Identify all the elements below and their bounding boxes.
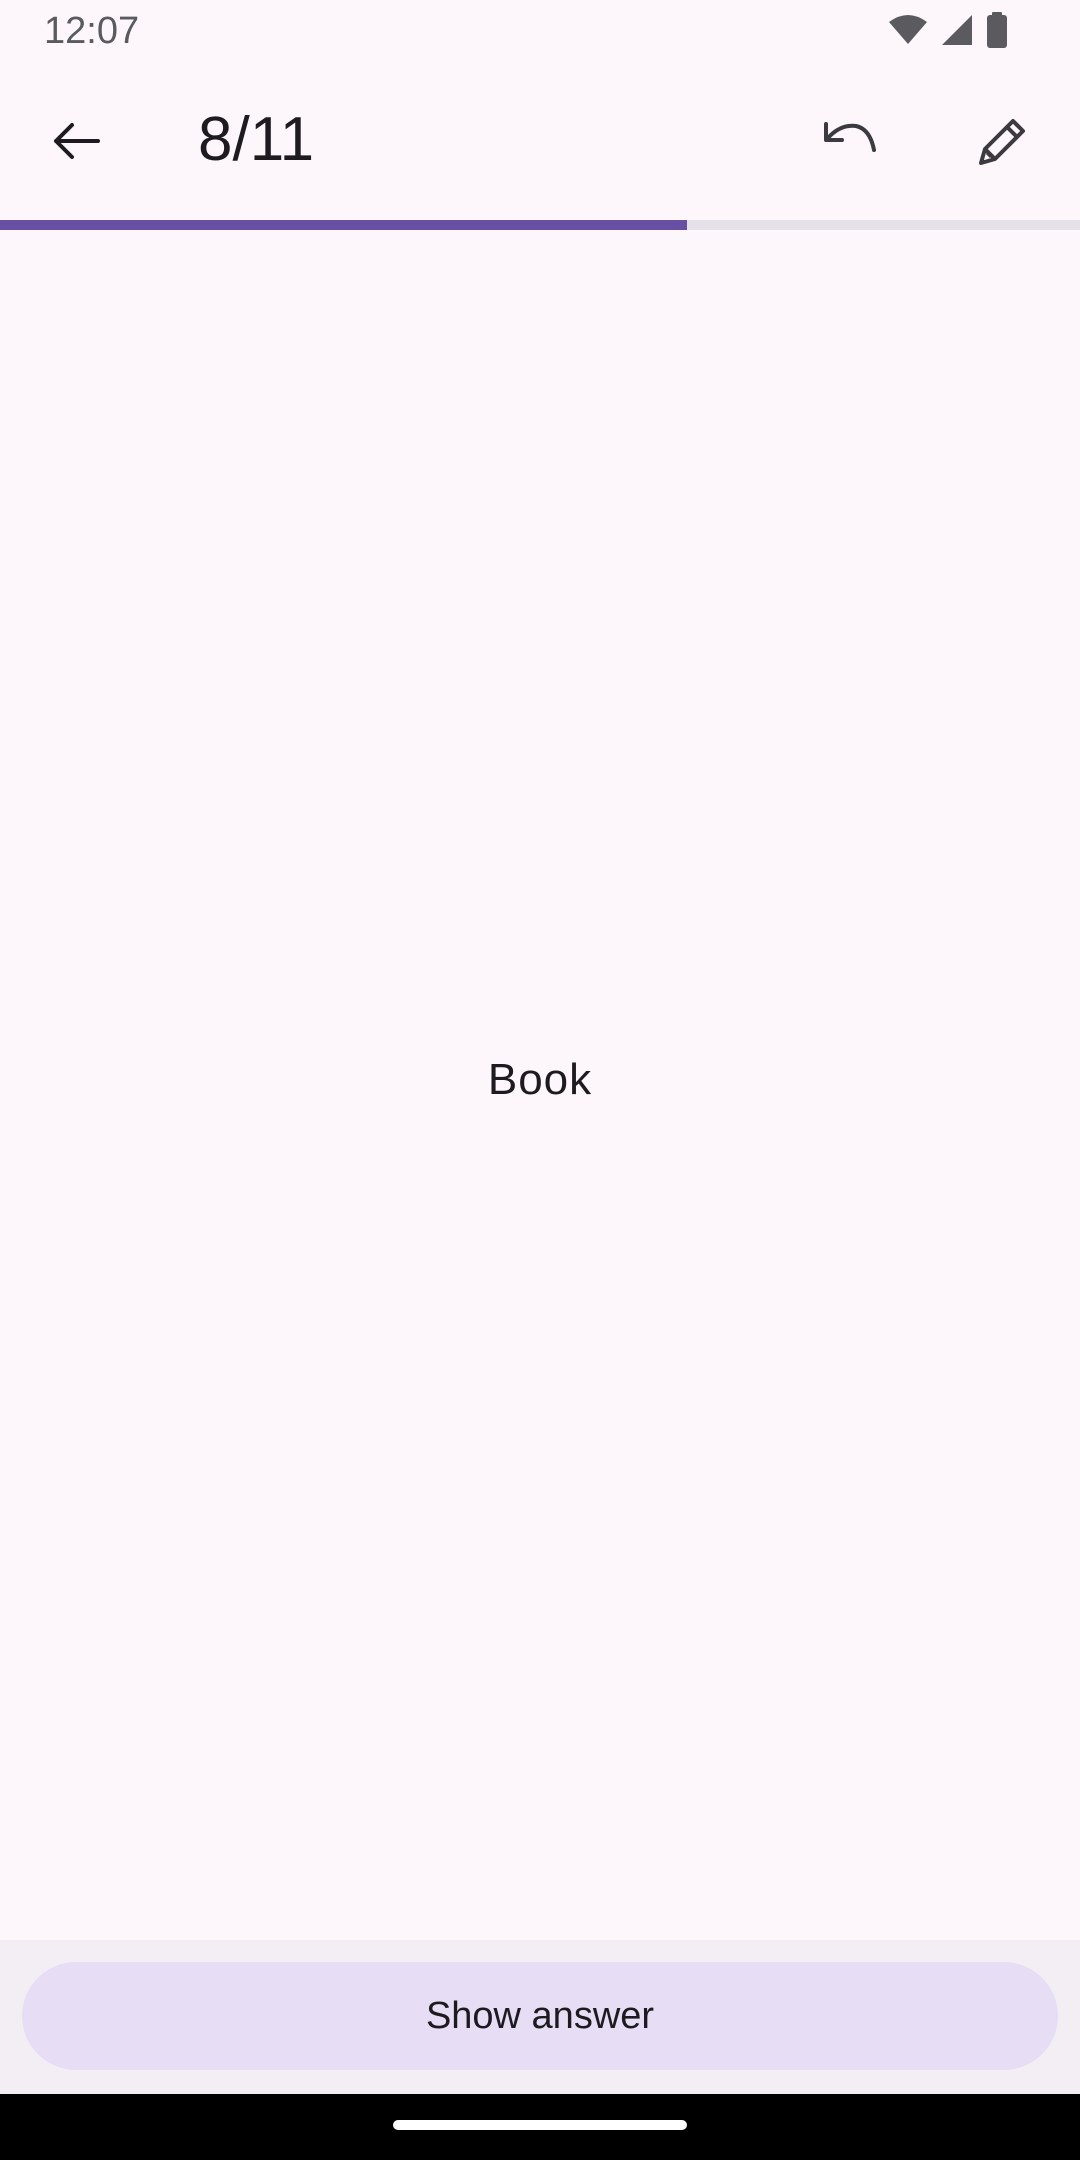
show-answer-button[interactable]: Show answer bbox=[22, 1962, 1058, 2070]
answer-bar: Show answer bbox=[0, 1940, 1080, 2094]
arrow-back-icon bbox=[48, 113, 104, 174]
card-front-text: Book bbox=[487, 1055, 593, 1104]
top-app-bar: 8/11 bbox=[0, 66, 1080, 220]
edit-button[interactable] bbox=[955, 95, 1051, 191]
home-gesture-handle[interactable] bbox=[393, 2120, 687, 2130]
battery-icon bbox=[986, 11, 1008, 53]
status-icons bbox=[888, 11, 1008, 53]
back-button[interactable] bbox=[28, 95, 124, 191]
signal-icon bbox=[940, 13, 974, 52]
card-counter: 8/11 bbox=[198, 105, 315, 174]
status-bar: 12:07 bbox=[0, 0, 1080, 66]
flashcard-review-screen: 12:07 8/11 Book Show answer bbox=[0, 0, 1080, 2160]
card-area[interactable]: Book bbox=[0, 230, 1080, 1940]
undo-icon bbox=[818, 116, 878, 171]
progress-fill bbox=[0, 220, 687, 230]
status-time: 12:07 bbox=[44, 10, 140, 52]
system-nav-bar bbox=[0, 2094, 1080, 2160]
pencil-icon bbox=[975, 113, 1031, 174]
wifi-icon bbox=[888, 14, 928, 51]
review-progress-bar bbox=[0, 220, 1080, 230]
undo-button[interactable] bbox=[800, 95, 896, 191]
